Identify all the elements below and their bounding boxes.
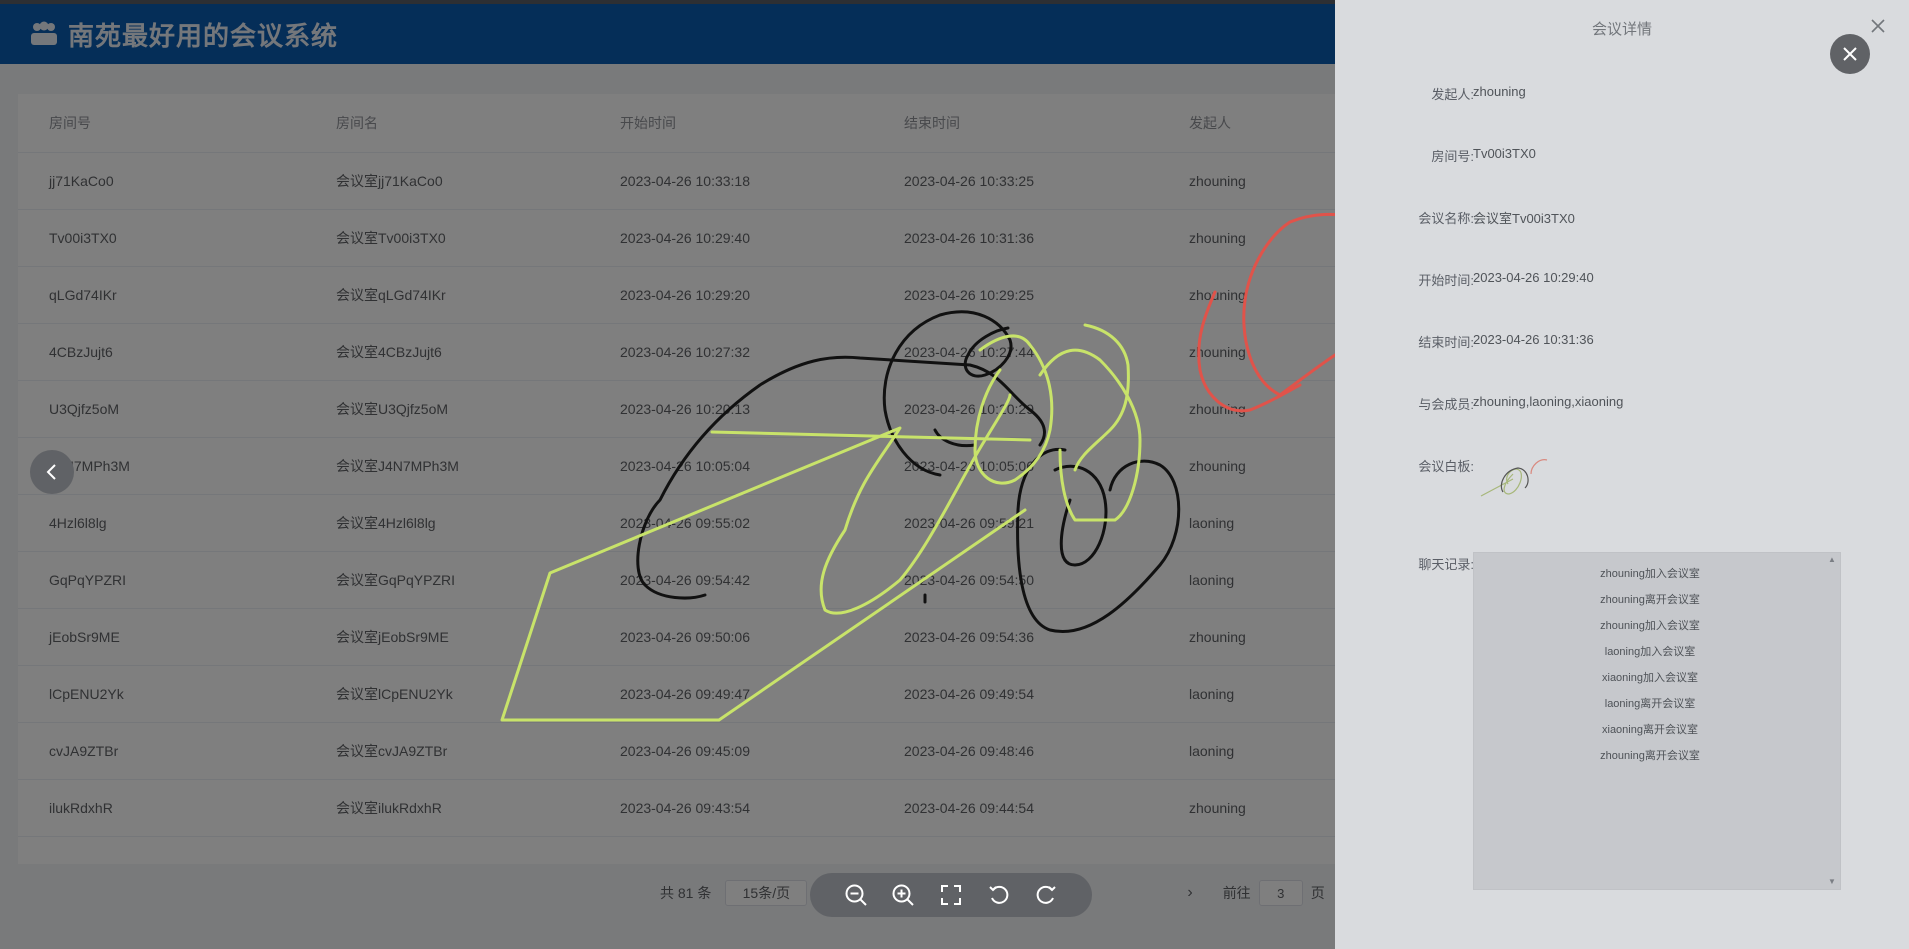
- detail-start-time: 开始时间: 2023-04-26 10:29:40: [1335, 270, 1909, 290]
- chat-message: zhouning加入会议室: [1600, 568, 1700, 580]
- end-time-value: 2023-04-26 10:31:36: [1473, 332, 1594, 347]
- detail-room: 房间号: Tv00i3TX0: [1335, 146, 1909, 166]
- zoom-out-button[interactable]: [841, 880, 871, 910]
- detail-initiator: 发起人: zhouning: [1335, 84, 1909, 104]
- fullscreen-icon: [940, 885, 961, 905]
- chat-message: xiaoning离开会议室: [1602, 724, 1698, 736]
- room-label: 房间号:: [1431, 149, 1474, 164]
- chevron-left-icon: [46, 464, 56, 480]
- detail-members: 与会成员: zhouning,laoning,xiaoning: [1335, 394, 1909, 414]
- viewer-toolbar: [810, 873, 1092, 917]
- scroll-up-arrow-icon[interactable]: ▲: [1827, 555, 1837, 565]
- fullscreen-button[interactable]: [936, 880, 966, 910]
- chat-message: zhouning离开会议室: [1600, 594, 1700, 606]
- whiteboard-thumbnail[interactable]: [1473, 444, 1563, 504]
- rotate-left-icon: [988, 885, 1008, 904]
- scroll-down-arrow-icon[interactable]: ▼: [1827, 877, 1837, 887]
- detail-whiteboard: 会议白板:: [1335, 456, 1909, 476]
- initiator-label: 发起人:: [1431, 87, 1474, 102]
- rotate-right-icon: [1036, 885, 1056, 904]
- prev-image-button[interactable]: [30, 450, 74, 494]
- end-time-label: 结束时间:: [1418, 335, 1474, 350]
- members-value: zhouning,laoning,xiaoning: [1473, 394, 1624, 409]
- chat-message: xiaoning加入会议室: [1602, 672, 1698, 684]
- chat-messages: zhouning加入会议室 zhouning离开会议室 zhouning加入会议室 l…: [1474, 561, 1826, 769]
- rotate-right-button[interactable]: [1031, 880, 1061, 910]
- viewer-close-button[interactable]: [1830, 34, 1870, 74]
- close-icon: [1843, 47, 1857, 61]
- chat-message: zhouning离开会议室: [1600, 750, 1700, 762]
- drawer-close-icon[interactable]: [1868, 16, 1888, 36]
- meeting-name-value: 会议室Tv00i3TX0: [1473, 211, 1575, 226]
- meeting-detail-drawer: 会议详情 发起人: zhouning 房间号: Tv00i3TX0 会议名称: …: [1335, 0, 1909, 949]
- detail-end-time: 结束时间: 2023-04-26 10:31:36: [1335, 332, 1909, 352]
- rotate-left-button[interactable]: [984, 880, 1014, 910]
- initiator-value: zhouning: [1473, 84, 1526, 99]
- start-time-label: 开始时间:: [1418, 273, 1474, 288]
- room-value: Tv00i3TX0: [1473, 146, 1536, 161]
- start-time-value: 2023-04-26 10:29:40: [1473, 270, 1594, 285]
- zoom-in-button[interactable]: [888, 880, 918, 910]
- chat-message: laoning加入会议室: [1604, 646, 1696, 658]
- meeting-name-label: 会议名称:: [1418, 211, 1474, 226]
- members-label: 与会成员:: [1418, 397, 1474, 412]
- zoom-in-icon: [892, 884, 915, 906]
- chat-message: laoning离开会议室: [1604, 698, 1696, 710]
- zoom-out-icon: [845, 884, 867, 906]
- chat-log[interactable]: zhouning加入会议室 zhouning离开会议室 zhouning加入会议室 l…: [1473, 552, 1841, 890]
- whiteboard-label: 会议白板:: [1418, 459, 1474, 474]
- detail-meeting-name: 会议名称: 会议室Tv00i3TX0: [1335, 208, 1909, 228]
- drawer-title: 会议详情: [1591, 21, 1652, 38]
- chat-message: zhouning加入会议室: [1600, 620, 1700, 632]
- chat-label: 聊天记录:: [1418, 557, 1474, 572]
